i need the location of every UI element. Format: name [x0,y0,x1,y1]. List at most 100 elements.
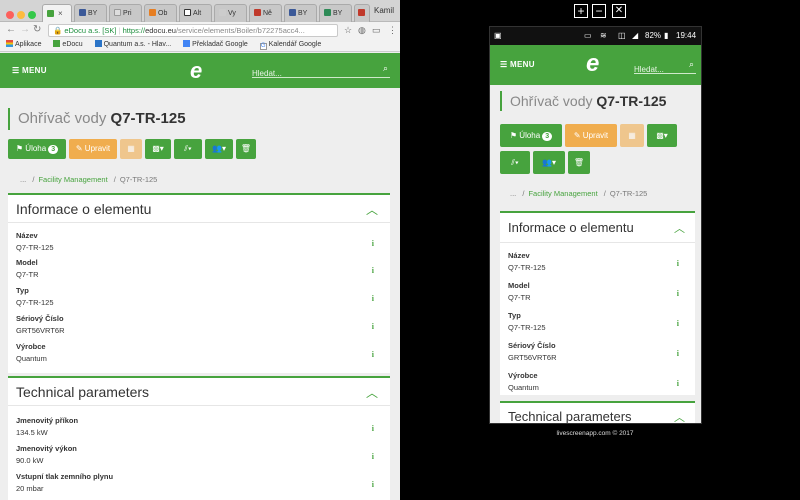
browser-tab[interactable] [354,4,370,22]
info-panel-header[interactable]: Informace o elementu ︿ [500,213,695,243]
tab-label: BY [298,10,308,17]
hierarchy-dropdown-button[interactable]: ⫽▾ [500,151,530,174]
delete-button[interactable]: 🗑 [236,139,256,159]
maximize-window-icon[interactable] [28,11,36,19]
calendar-button[interactable]: ▦ [620,124,644,147]
row-label: Jmenovitý výkon [16,444,77,453]
extension-icon[interactable]: ◍ [358,25,366,36]
back-arrow-icon[interactable]: ← [6,24,16,35]
breadcrumb-current: Q7-TR-125 [119,175,158,184]
task-button[interactable]: ⚑ Úloha 3 [8,139,66,159]
bookmark-calendar[interactable]: G Kalendář Google [259,41,321,50]
info-row: Výrobce Quantum i [508,371,687,392]
browser-tab[interactable]: Alt [179,4,212,22]
technical-panel-header[interactable]: Technical parameters ︿ [500,403,695,423]
browser-tab-active[interactable]: × [42,4,72,22]
menu-button[interactable]: ☰ MENU [500,60,535,69]
edocu-logo[interactable]: e [586,50,599,78]
chevron-up-icon[interactable]: ︿ [674,220,685,236]
bookmark-apps[interactable]: Aplikace [6,40,41,48]
info-icon[interactable]: i [372,480,374,489]
bookmark-edocu[interactable]: eDocu [53,40,83,48]
page-favicon-icon [324,9,331,16]
search-input[interactable]: Hledat... [634,65,664,74]
forward-arrow-icon[interactable]: → [20,24,30,35]
desktop-browser-window: × BY Pri Ob Alt Vy Ně BY BY Kamil ← → ↻ … [0,0,400,500]
row-value: GRT56VRT6R [16,326,65,335]
edit-button[interactable]: ✎ Upravit [69,139,117,159]
bookmark-quantum[interactable]: Quantum a.s. - Hlav... [94,40,171,48]
info-icon[interactable]: i [372,294,374,303]
search-field[interactable]: Hledat... ⌕ [252,63,390,78]
info-icon[interactable]: i [677,379,679,388]
info-icon[interactable]: i [677,289,679,298]
users-dropdown-button[interactable]: 👥▾ [533,151,565,174]
search-field[interactable]: Hledat... ⌕ [634,59,696,74]
breadcrumb-ellipsis[interactable]: ... [20,175,26,184]
technical-panel: Technical parameters ︿ [500,401,695,423]
reload-icon[interactable]: ↻ [33,24,41,35]
tab-label: Pri [123,10,132,17]
delete-button[interactable]: 🗑 [568,151,590,174]
info-icon[interactable]: i [677,259,679,268]
star-icon[interactable]: ☆ [344,25,352,36]
info-panel-title: Informace o elementu [16,201,152,217]
calendar-button[interactable]: ▦ [120,139,142,159]
browser-tab[interactable]: Ob [144,4,177,22]
hamburger-icon: ☰ [12,66,20,75]
browser-tab[interactable]: BY [74,4,107,22]
more-menu-icon[interactable]: ⋮ [388,25,397,36]
chevron-up-icon[interactable]: ︿ [366,201,378,218]
info-icon[interactable]: i [372,424,374,433]
edocu-logo[interactable]: e [190,58,202,84]
browser-tab[interactable]: BY [284,4,317,22]
zoom-out-icon[interactable]: − [592,4,606,18]
close-tab-icon[interactable]: × [58,9,63,18]
search-input[interactable]: Hledat... [252,69,282,78]
qr-dropdown-button[interactable]: ▩▾ [145,139,171,159]
search-icon[interactable]: ⌕ [383,63,388,74]
info-panel-header[interactable]: Informace o elementu ︿ [8,195,390,223]
tab-label: Ně [263,10,272,17]
search-icon[interactable]: ⌕ [689,59,694,70]
qr-dropdown-button[interactable]: ▩▾ [647,124,677,147]
breadcrumb-ellipsis[interactable]: ... [510,189,516,198]
edit-button[interactable]: ✎ Upravit [565,124,617,147]
users-dropdown-button[interactable]: 👥▾ [205,139,233,159]
browser-tab[interactable]: BY [319,4,352,22]
menu-button[interactable]: ☰ MENU [12,66,47,75]
breadcrumb-facility-management[interactable]: Facility Management [38,175,107,184]
chevron-up-icon[interactable]: ︿ [674,409,685,423]
page-favicon-icon [219,9,226,16]
info-icon[interactable]: i [677,319,679,328]
minimize-window-icon[interactable] [17,11,25,19]
info-icon[interactable]: i [677,349,679,358]
browser-tab[interactable]: Pri [109,4,142,22]
task-button[interactable]: ⚑ Úloha 3 [500,124,562,147]
info-icon[interactable]: i [372,452,374,461]
technical-panel-header[interactable]: Technical parameters ︿ [8,378,390,406]
tab-label: BY [333,10,343,17]
info-icon[interactable]: i [372,239,374,248]
close-window-icon[interactable] [6,11,14,19]
row-label: Sériový Číslo [16,314,64,323]
info-icon[interactable]: i [372,266,374,275]
row-label: Výrobce [16,342,46,351]
row-label: Typ [16,286,29,295]
breadcrumb-facility-management[interactable]: Facility Management [528,189,597,198]
browser-tab[interactable]: Vy [214,4,247,22]
zoom-in-icon[interactable]: + [574,4,588,18]
info-icon[interactable]: i [372,322,374,331]
profile-name[interactable]: Kamil [374,6,394,15]
chevron-up-icon[interactable]: ︿ [366,384,378,401]
bookmark-translate[interactable]: Překladač Google [183,40,248,48]
browser-tab[interactable]: Ně [249,4,282,22]
row-value: Q7-TR-125 [16,243,54,252]
tab-label: Alt [193,10,202,17]
fit-screen-icon[interactable]: ✕ [612,4,626,18]
hierarchy-dropdown-button[interactable]: ⫽▾ [174,139,202,159]
info-icon[interactable]: i [372,350,374,359]
row-value: Q7-TR [508,293,531,302]
cast-icon[interactable]: ▭ [372,25,381,36]
address-bar[interactable]: 🔒 eDocu a.s. [SK] | https://edocu.eu/serv… [48,24,338,37]
